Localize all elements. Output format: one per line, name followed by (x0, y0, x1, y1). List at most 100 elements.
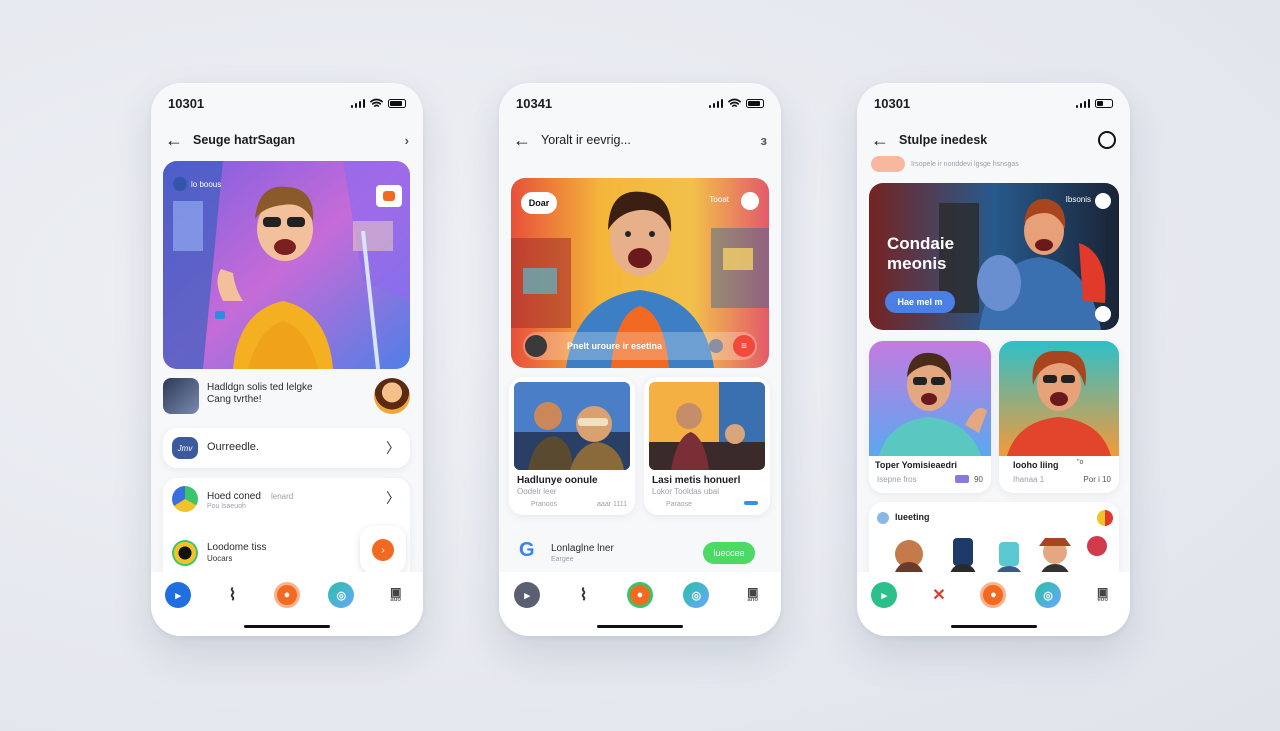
list-item[interactable]: Jmv Ourreedle. 〉 (163, 428, 410, 468)
chevron-right-icon[interactable]: › (405, 133, 409, 148)
status-bar: 10341 (516, 95, 764, 111)
card-meta: Pranoos (531, 501, 558, 508)
tab-record-icon[interactable]: ● (626, 582, 653, 608)
mic-icon[interactable] (525, 335, 547, 357)
card-meta: Paraose (666, 501, 693, 508)
subheader: Irsopele ir nonddevi lgsge hsnsgas (871, 156, 1019, 172)
action-pill-button[interactable]: lueccee (703, 542, 755, 564)
card-thumbnail (649, 382, 765, 470)
chevron-right-icon[interactable]: 〉 (386, 438, 400, 458)
card-thumbnail (869, 341, 991, 456)
status-time: 10301 (168, 95, 205, 111)
signal-icon (708, 98, 723, 108)
info-icon[interactable] (741, 192, 759, 210)
card-thumbnail (514, 382, 630, 470)
phone-screen-2: 10341 ← Yoralt ir eevrig... ɜ Doar Tooat… (499, 83, 781, 636)
hero-illustration (163, 161, 410, 369)
back-arrow-icon[interactable]: ← (165, 131, 183, 149)
tab-explore-icon[interactable]: ◎ (1035, 582, 1062, 608)
page-title: Yoralt ir eevrig... (541, 133, 631, 147)
tab-explore-icon[interactable]: ◎ (328, 582, 355, 608)
history-icon[interactable] (1098, 131, 1116, 149)
wifi-icon (728, 98, 741, 107)
content-card[interactable]: Hadlunye oonule Oodelr leer Pranoos aaar… (509, 377, 635, 515)
card-subtitle: Lokor Tooldas ubal (652, 487, 720, 496)
menu-icon[interactable]: ɜ (761, 133, 767, 148)
list-item-subtitle: Uocars (207, 554, 233, 563)
list-item[interactable]: Hadldgn solis ted lelgke Cang tvrthe! (163, 378, 410, 416)
progress-icon (744, 501, 758, 505)
battery-icon (388, 98, 406, 108)
card-meta: Ihanaa 1 (1013, 475, 1045, 484)
status-bar: 10301 (874, 95, 1113, 111)
app-icon (172, 486, 198, 512)
signal-icon (1075, 98, 1090, 108)
content-card[interactable]: Toper Yomisieaedri Isepne fros 90 (869, 341, 991, 493)
signal-icon (350, 98, 365, 108)
tab-home-icon[interactable]: ▸ (165, 582, 192, 608)
hero-image-card[interactable]: Doar Tooat Pnelt uroure ir esetina ≡ (511, 178, 769, 368)
hero-caption: Pnelt uroure ir esetina (567, 341, 663, 351)
hero-title-2: meonis (887, 254, 947, 273)
home-indicator (597, 625, 683, 628)
tab-label: eoo (1097, 596, 1108, 603)
hero-cta-button[interactable]: Hae mel m (885, 291, 955, 313)
card-title: Hadlunye oonule (517, 475, 598, 486)
list-item-subtitle: Pou lsaeuoh (207, 503, 246, 510)
hero-tag-left[interactable]: Doar (521, 192, 557, 214)
card-extra: "o (1077, 459, 1084, 466)
phone-screen-3: 10301 ← Stulpe inedesk Irsopele ir nondd… (857, 83, 1130, 636)
globe-icon (877, 512, 889, 524)
back-arrow-icon[interactable]: ← (513, 131, 531, 149)
hero-caption-bar: Pnelt uroure ir esetina ≡ (523, 332, 757, 360)
hero-image-card[interactable]: Condaie meonis Hae mel m Ibsonis (869, 183, 1119, 330)
tab-home-icon[interactable]: ▸ (871, 582, 898, 608)
content-card[interactable]: Lasi metis honuerl Lokor Tooldas ubal Pa… (644, 377, 770, 515)
list-item-subtitle: Eargee (551, 556, 574, 563)
nav-header: ← Stulpe inedesk (871, 129, 1116, 151)
page-title: Stulpe inedesk (899, 133, 988, 147)
back-arrow-icon[interactable]: ← (871, 131, 889, 149)
tab-profile-icon[interactable]: ▣ ano (740, 582, 766, 608)
list-item-title: Ourreedle. (207, 441, 259, 453)
avatar (173, 177, 187, 191)
reaction-badge[interactable] (376, 185, 402, 207)
card-meta: 90 (974, 475, 983, 484)
card-title: lueeting (895, 512, 930, 522)
subheader-text: Irsopele ir nonddevi lgsge hsnsgas (911, 160, 1019, 168)
list-item-title: Hoed coned (207, 491, 261, 502)
chevron-right-icon[interactable]: 〉 (386, 488, 400, 508)
list-item[interactable]: G Lonlaglne lner Eargee lueccee (511, 533, 769, 571)
toggle-icon[interactable] (709, 339, 723, 353)
info-icon[interactable] (1095, 306, 1111, 322)
status-time: 10301 (874, 95, 911, 111)
tab-profile-icon[interactable]: ▣ eoo (1090, 582, 1116, 608)
content-card[interactable]: lueeting (869, 502, 1119, 582)
info-icon[interactable] (1095, 193, 1111, 209)
tab-record-icon[interactable]: ● (273, 582, 300, 608)
tab-label: ano (747, 596, 759, 603)
tab-profile-icon[interactable]: ▣ auo (383, 582, 409, 608)
phone-screen-1: 10301 ← Seuge hatrSagan › lo boous Hadld… (151, 83, 423, 636)
tab-chart-icon[interactable]: ⌇ (571, 582, 597, 608)
list-item-badge: Jmv (172, 437, 198, 459)
tab-explore-icon[interactable]: ◎ (683, 582, 710, 608)
hero-badge-label: lo boous (191, 179, 222, 189)
filter-chip[interactable] (871, 156, 905, 172)
list-item-subtitle: Cang tvrthe! (207, 394, 262, 405)
tab-chart-icon[interactable]: ✕ (926, 582, 952, 608)
status-time: 10341 (516, 95, 553, 111)
avatar (163, 378, 199, 414)
content-card[interactable]: Iooho liing "o Ihanaa 1 Por i 10 (999, 341, 1119, 493)
tab-record-icon[interactable]: ● (980, 582, 1007, 608)
card-title: Iooho liing (1013, 460, 1059, 470)
hero-tag: Ibsonis (1065, 195, 1091, 204)
card-meta: aaar 1111 (597, 501, 627, 508)
hero-image-card[interactable]: lo boous (163, 161, 410, 369)
menu-icon[interactable]: ≡ (733, 335, 755, 357)
tab-chart-icon[interactable]: ⌇ (220, 582, 246, 608)
tab-home-icon[interactable]: ▸ (514, 582, 541, 608)
app-icon (172, 540, 198, 566)
fab-button[interactable]: › (360, 526, 406, 574)
nav-header: ← Seuge hatrSagan › (165, 129, 409, 151)
